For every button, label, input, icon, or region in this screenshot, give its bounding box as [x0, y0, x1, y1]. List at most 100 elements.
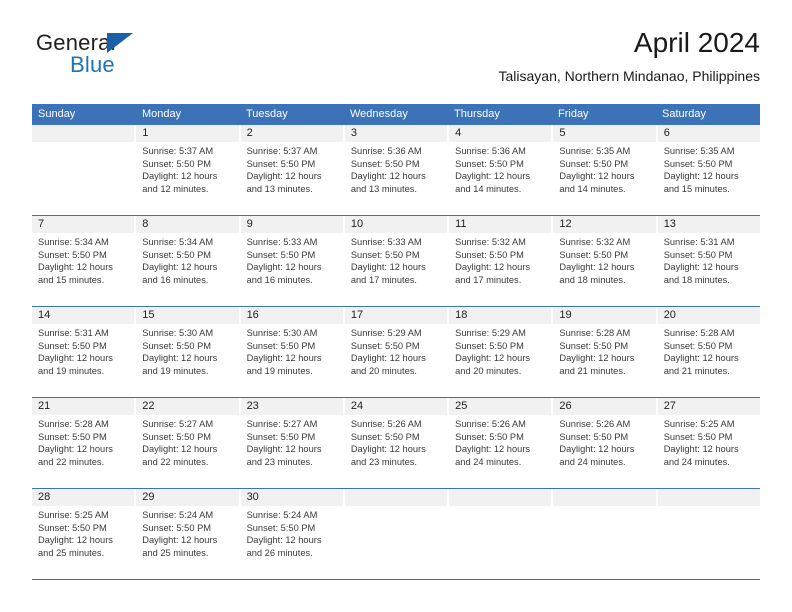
weekday-header-sunday: Sunday	[38, 108, 76, 120]
day-cell-19[interactable]: 19 Sunrise: 5:28 AM Sunset: 5:50 PM Dayligh…	[553, 307, 658, 397]
daylight-text-line1: Daylight: 12 hours	[559, 171, 635, 182]
day-cell-4[interactable]: 4 Sunrise: 5:36 AM Sunset: 5:50 PM Daylight…	[449, 125, 554, 215]
day-cell-empty	[32, 125, 137, 215]
day-cell-23[interactable]: 23 Sunrise: 5:27 AM Sunset: 5:50 PM Dayligh…	[240, 398, 345, 488]
day-cell-3[interactable]: 3 Sunrise: 5:36 AM Sunset: 5:50 PM Daylight…	[344, 125, 450, 215]
calendar-week-row: 7 Sunrise: 5:34 AM Sunset: 5:50 PM Daylight…	[32, 215, 760, 306]
sunset-text: Sunset: 5:50 PM	[142, 431, 212, 442]
day-cell-7[interactable]: 7 Sunrise: 5:34 AM Sunset: 5:50 PM Daylight…	[32, 216, 137, 306]
sunset-text: Sunset: 5:50 PM	[350, 340, 420, 351]
calendar-page: General Blue April 2024 Talisayan, North…	[0, 0, 792, 612]
day-number: 17	[344, 307, 448, 324]
daylight-text-line1: Daylight: 12 hours	[350, 171, 426, 182]
sunset-text: Sunset: 5:50 PM	[246, 249, 316, 260]
daylight-text-line2: and 16 minutes.	[142, 274, 209, 285]
daylight-text-line1: Daylight: 12 hours	[350, 262, 426, 273]
day-info: Sunrise: 5:33 AM Sunset: 5:50 PM Daylight:…	[241, 233, 343, 286]
daylight-text-line1: Daylight: 12 hours	[246, 262, 322, 273]
day-cell-25[interactable]: 25 Sunrise: 5:26 AM Sunset: 5:50 PM Dayligh…	[449, 398, 554, 488]
day-cell-1[interactable]: 1 Sunrise: 5:37 AM Sunset: 5:50 PM Daylight…	[136, 125, 241, 215]
day-number: 5	[553, 125, 656, 142]
daylight-text-line2: and 13 minutes.	[246, 183, 313, 194]
day-number: 29	[136, 489, 239, 506]
day-info: Sunrise: 5:29 AM Sunset: 5:50 PM Daylight:…	[449, 324, 551, 377]
day-number: 24	[344, 398, 448, 415]
day-number: 7	[32, 216, 135, 233]
daylight-text-line1: Daylight: 12 hours	[559, 353, 635, 364]
day-info: Sunrise: 5:35 AM Sunset: 5:50 PM Daylight:…	[658, 142, 760, 195]
day-cell-9[interactable]: 9 Sunrise: 5:33 AM Sunset: 5:50 PM Daylight…	[240, 216, 345, 306]
day-cell-15[interactable]: 15 Sunrise: 5:30 AM Sunset: 5:50 PM Dayligh…	[136, 307, 241, 397]
day-number	[344, 489, 448, 506]
blue-triangle-icon	[107, 33, 133, 53]
calendar-week-row: 14 Sunrise: 5:31 AM Sunset: 5:50 PM Dayligh…	[32, 306, 760, 397]
day-cell-21[interactable]: 21 Sunrise: 5:28 AM Sunset: 5:50 PM Dayligh…	[32, 398, 137, 488]
day-cell-empty	[657, 489, 760, 579]
day-cell-5[interactable]: 5 Sunrise: 5:35 AM Sunset: 5:50 PM Daylight…	[553, 125, 658, 215]
day-cell-2[interactable]: 2 Sunrise: 5:37 AM Sunset: 5:50 PM Daylight…	[240, 125, 345, 215]
daylight-text-line2: and 22 minutes.	[38, 456, 105, 467]
day-number: 30	[240, 489, 343, 506]
sunrise-text: Sunrise: 5:28 AM	[663, 328, 735, 338]
day-cell-26[interactable]: 26 Sunrise: 5:26 AM Sunset: 5:50 PM Dayligh…	[553, 398, 658, 488]
day-number: 1	[136, 125, 239, 142]
day-cell-18[interactable]: 18 Sunrise: 5:29 AM Sunset: 5:50 PM Dayligh…	[449, 307, 554, 397]
day-info: Sunrise: 5:27 AM Sunset: 5:50 PM Daylight:…	[241, 415, 343, 468]
day-cell-14[interactable]: 14 Sunrise: 5:31 AM Sunset: 5:50 PM Dayligh…	[32, 307, 137, 397]
daylight-text-line2: and 22 minutes.	[142, 456, 209, 467]
daylight-text-line2: and 21 minutes.	[559, 365, 626, 376]
day-cell-17[interactable]: 17 Sunrise: 5:29 AM Sunset: 5:50 PM Dayligh…	[344, 307, 450, 397]
day-number: 2	[240, 125, 343, 142]
day-cell-16[interactable]: 16 Sunrise: 5:30 AM Sunset: 5:50 PM Dayligh…	[240, 307, 345, 397]
day-info: Sunrise: 5:31 AM Sunset: 5:50 PM Daylight:…	[32, 324, 134, 377]
day-number	[657, 489, 760, 506]
day-cell-6[interactable]: 6 Sunrise: 5:35 AM Sunset: 5:50 PM Daylight…	[657, 125, 760, 215]
day-cell-28[interactable]: 28 Sunrise: 5:25 AM Sunset: 5:50 PM Dayligh…	[32, 489, 137, 579]
day-cell-29[interactable]: 29 Sunrise: 5:24 AM Sunset: 5:50 PM Dayligh…	[136, 489, 241, 579]
day-cell-13[interactable]: 13 Sunrise: 5:31 AM Sunset: 5:50 PM Dayligh…	[657, 216, 760, 306]
day-cell-22[interactable]: 22 Sunrise: 5:27 AM Sunset: 5:50 PM Dayligh…	[136, 398, 241, 488]
calendar-table: Sunday Monday Tuesday Wednesday Thursday Frid…	[32, 104, 760, 580]
calendar-weeks: 1 Sunrise: 5:37 AM Sunset: 5:50 PM Daylight…	[32, 124, 760, 580]
sunset-text: Sunset: 5:50 PM	[38, 249, 107, 260]
calendar-week-row: 21 Sunrise: 5:28 AM Sunset: 5:50 PM Dayligh…	[32, 397, 760, 488]
sunset-text: Sunset: 5:50 PM	[455, 249, 524, 260]
day-info: Sunrise: 5:24 AM Sunset: 5:50 PM Daylight:…	[136, 506, 238, 559]
daylight-text-line2: and 18 minutes.	[559, 274, 626, 285]
sunset-text: Sunset: 5:50 PM	[142, 158, 212, 169]
daylight-text-line1: Daylight: 12 hours	[246, 535, 322, 546]
day-number: 22	[136, 398, 239, 415]
sunset-text: Sunset: 5:50 PM	[559, 431, 629, 442]
sunset-text: Sunset: 5:50 PM	[246, 522, 316, 533]
calendar-week-row: 1 Sunrise: 5:37 AM Sunset: 5:50 PM Daylight…	[32, 124, 760, 215]
title-block: April 2024 Talisayan, Northern Mindanao,…	[499, 26, 760, 86]
sunset-text: Sunset: 5:50 PM	[663, 340, 733, 351]
day-cell-8[interactable]: 8 Sunrise: 5:34 AM Sunset: 5:50 PM Daylight…	[136, 216, 241, 306]
sunset-text: Sunset: 5:50 PM	[142, 249, 212, 260]
sunset-text: Sunset: 5:50 PM	[246, 158, 316, 169]
day-number: 20	[657, 307, 760, 324]
sunrise-text: Sunrise: 5:25 AM	[663, 419, 735, 429]
sunrise-text: Sunrise: 5:37 AM	[142, 146, 214, 156]
sunset-text: Sunset: 5:50 PM	[246, 340, 316, 351]
day-info: Sunrise: 5:30 AM Sunset: 5:50 PM Daylight:…	[241, 324, 343, 377]
sunrise-text: Sunrise: 5:29 AM	[350, 328, 422, 338]
day-cell-27[interactable]: 27 Sunrise: 5:25 AM Sunset: 5:50 PM Dayligh…	[657, 398, 760, 488]
day-cell-20[interactable]: 20 Sunrise: 5:28 AM Sunset: 5:50 PM Dayligh…	[657, 307, 760, 397]
generalblue-logo[interactable]: General Blue	[36, 30, 236, 82]
daylight-text-line2: and 17 minutes.	[350, 274, 417, 285]
sunrise-text: Sunrise: 5:29 AM	[455, 328, 526, 338]
day-info: Sunrise: 5:25 AM Sunset: 5:50 PM Daylight:…	[658, 415, 760, 468]
day-number: 26	[553, 398, 656, 415]
daylight-text-line1: Daylight: 12 hours	[142, 171, 218, 182]
day-cell-12[interactable]: 12 Sunrise: 5:32 AM Sunset: 5:50 PM Dayligh…	[553, 216, 658, 306]
day-number: 9	[240, 216, 343, 233]
day-cell-11[interactable]: 11 Sunrise: 5:32 AM Sunset: 5:50 PM Dayligh…	[449, 216, 554, 306]
sunset-text: Sunset: 5:50 PM	[142, 340, 212, 351]
sunset-text: Sunset: 5:50 PM	[559, 340, 629, 351]
day-number: 16	[240, 307, 343, 324]
sunrise-text: Sunrise: 5:25 AM	[38, 510, 109, 520]
day-cell-24[interactable]: 24 Sunrise: 5:26 AM Sunset: 5:50 PM Dayligh…	[344, 398, 450, 488]
day-cell-10[interactable]: 10 Sunrise: 5:33 AM Sunset: 5:50 PM Dayligh…	[344, 216, 450, 306]
day-cell-30[interactable]: 30 Sunrise: 5:24 AM Sunset: 5:50 PM Dayligh…	[240, 489, 345, 579]
